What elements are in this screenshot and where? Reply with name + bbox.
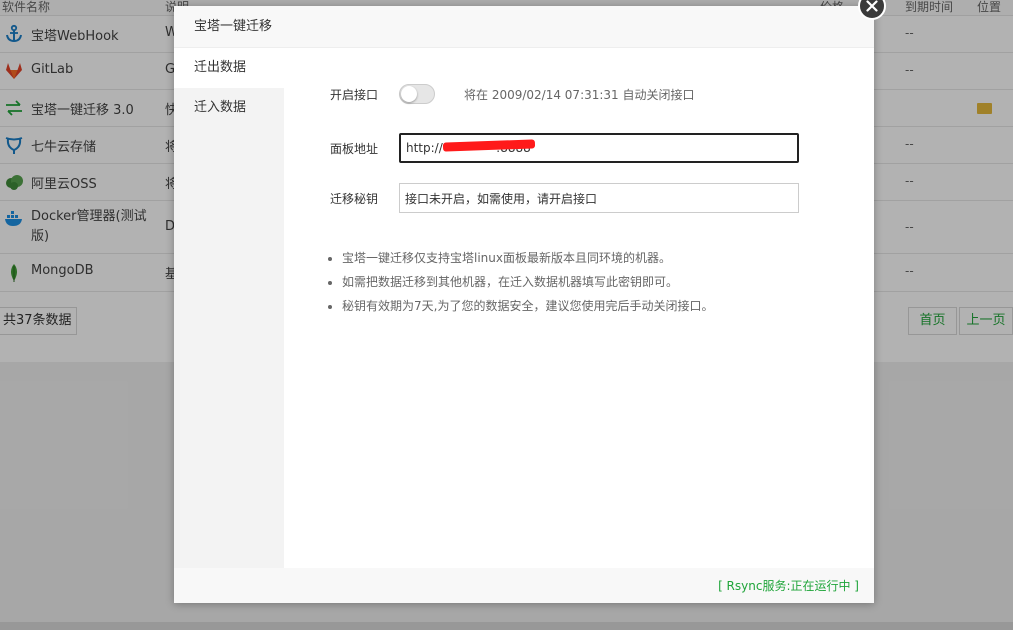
- modal-body: 迁出数据 迁入数据 开启接口 将在 2009/02/14 07:31:31 自动…: [174, 48, 874, 568]
- tip-item: 秘钥有效期为7天,为了您的数据安全，建议您使用完后手动关闭接口。: [342, 294, 842, 318]
- secret-label: 迁移秘钥: [330, 191, 379, 206]
- migration-secret-input[interactable]: [399, 183, 799, 213]
- toggle-label: 开启接口: [330, 87, 379, 102]
- close-icon: [866, 0, 878, 12]
- api-toggle[interactable]: [399, 84, 435, 104]
- modal-footer: [ Rsync服务:正在运行中 ]: [174, 568, 874, 603]
- toggle-knob: [401, 86, 417, 102]
- address-row: 面板地址: [330, 132, 799, 164]
- menu-item-import[interactable]: 迁入数据: [174, 88, 284, 128]
- auto-close-note: 将在 2009/02/14 07:31:31 自动关闭接口: [464, 87, 695, 102]
- secret-row: 迁移秘钥: [330, 182, 799, 214]
- export-content: 开启接口 将在 2009/02/14 07:31:31 自动关闭接口 面板地址 …: [284, 48, 874, 568]
- address-label: 面板地址: [330, 141, 379, 156]
- migration-modal: 宝塔一键迁移 迁出数据 迁入数据 开启接口 将在 2009/02/14 07:3…: [174, 0, 886, 603]
- address-wrapper: [399, 133, 799, 163]
- menu-item-export[interactable]: 迁出数据: [174, 48, 284, 88]
- tips-list: 宝塔一键迁移仅支持宝塔linux面板最新版本且同环境的机器。 如需把数据迁移到其…: [342, 246, 842, 318]
- tip-item: 宝塔一键迁移仅支持宝塔linux面板最新版本且同环境的机器。: [342, 246, 842, 270]
- tip-item: 如需把数据迁移到其他机器，在迁入数据机器填写此密钥即可。: [342, 270, 842, 294]
- side-menu: 迁出数据 迁入数据: [174, 48, 284, 568]
- rsync-status: [ Rsync服务:正在运行中 ]: [718, 579, 859, 593]
- modal-title: 宝塔一键迁移: [174, 6, 874, 48]
- api-toggle-row: 开启接口 将在 2009/02/14 07:31:31 自动关闭接口: [330, 78, 695, 110]
